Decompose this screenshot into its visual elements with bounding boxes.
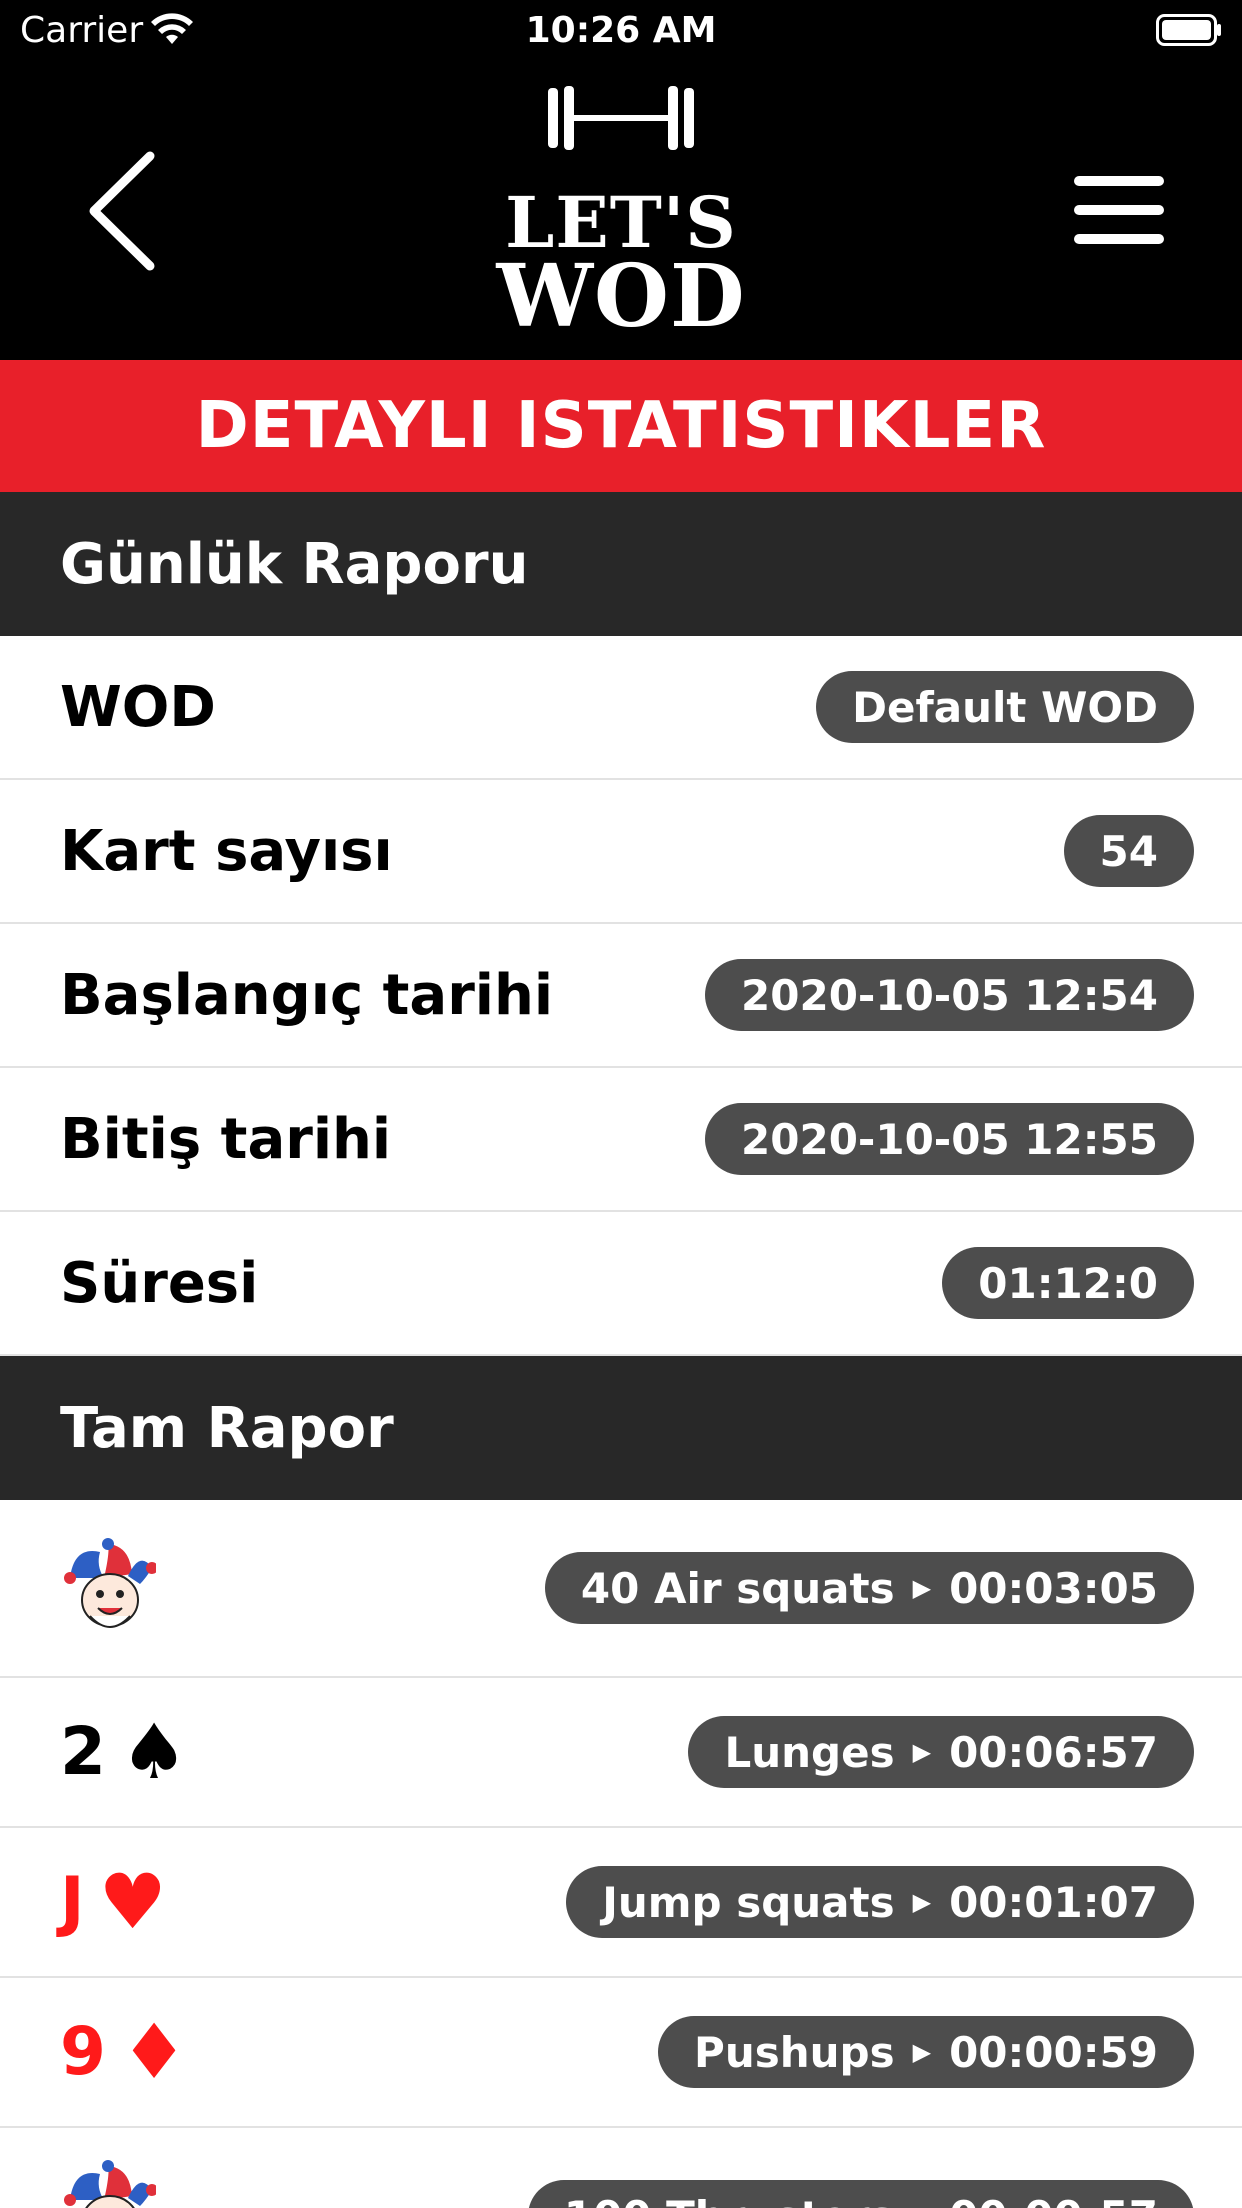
- hamburger-menu-button[interactable]: [1070, 170, 1170, 250]
- joker-card-icon: [64, 1538, 156, 1628]
- card-row-9-diamonds[interactable]: 9 ♦ Pushups ▶ 00:00:59: [0, 1978, 1242, 2128]
- spade-icon: ♠: [119, 1707, 189, 1796]
- stat-row-duration: Süresi 01:12:0: [0, 1212, 1242, 1356]
- play-arrow-icon: ▶: [913, 2202, 931, 2208]
- card-face: J ♥: [60, 1864, 566, 1940]
- stat-row-card-count: Kart sayısı 54: [0, 780, 1242, 924]
- exercise-name: 40 Air squats: [580, 1563, 895, 1613]
- play-arrow-icon: ▶: [912, 1738, 932, 1766]
- exercise-time: 00:03:05: [949, 1563, 1158, 1613]
- stat-label: WOD: [60, 674, 216, 740]
- section-title: Günlük Raporu: [60, 531, 529, 597]
- joker-card-icon: [64, 2160, 156, 2208]
- stat-label: Kart sayısı: [60, 818, 393, 884]
- card-rank: 9: [60, 2013, 106, 2090]
- nav-bar: LET'S WOD: [0, 62, 1242, 360]
- diamond-icon: ♦: [119, 2007, 189, 2096]
- page-title-banner: DETAYLI ISTATISTIKLER: [0, 360, 1242, 492]
- card-row-joker[interactable]: 40 Air squats ▶ 00:03:05: [0, 1500, 1242, 1678]
- back-button[interactable]: [80, 146, 160, 276]
- play-arrow-icon: ▶: [912, 1574, 932, 1602]
- section-header-full-report: Tam Rapor: [0, 1356, 1242, 1500]
- card-exercise-badge: Pushups ▶ 00:00:59: [658, 2016, 1194, 2088]
- barbell-icon: [548, 86, 694, 150]
- exercise-time: 00:06:57: [949, 1727, 1158, 1777]
- section-header-daily-report: Günlük Raporu: [0, 492, 1242, 636]
- stat-value-badge: 54: [1063, 815, 1194, 887]
- card-exercise-badge: Lunges ▶ 00:06:57: [688, 1716, 1194, 1788]
- card-row-j-hearts[interactable]: J ♥ Jump squats ▶ 00:01:07: [0, 1828, 1242, 1978]
- stat-row-start-date: Başlangıç tarihi 2020-10-05 12:54: [0, 924, 1242, 1068]
- card-face: 9 ♦: [60, 2014, 658, 2090]
- exercise-time: 00:01:07: [949, 1877, 1158, 1927]
- stat-label: Bitiş tarihi: [60, 1106, 392, 1172]
- stat-label: Başlangıç tarihi: [60, 962, 554, 1028]
- stat-value-badge: 2020-10-05 12:55: [705, 1103, 1194, 1175]
- card-face: [60, 2160, 528, 2208]
- battery-icon: [1156, 14, 1221, 46]
- exercise-name: Lunges: [724, 1727, 895, 1777]
- status-time: 10:26 AM: [525, 10, 717, 51]
- card-face: 2 ♠: [60, 1714, 688, 1790]
- status-bar: Carrier 10:26 AM: [0, 0, 1242, 62]
- top-bar: Carrier 10:26 AM LET'S WOD: [0, 0, 1242, 360]
- lets-wod-logo: LET'S WOD: [486, 84, 756, 340]
- stat-row-end-date: Bitiş tarihi 2020-10-05 12:55: [0, 1068, 1242, 1212]
- card-row-2-spades[interactable]: 2 ♠ Lunges ▶ 00:06:57: [0, 1678, 1242, 1828]
- app-screen: Carrier 10:26 AM LET'S WOD DETAYLI ISTAT…: [0, 0, 1242, 2208]
- stat-row-wod: WOD Default WOD: [0, 636, 1242, 780]
- exercise-time: 00:00:59: [949, 2027, 1158, 2077]
- card-rank: J: [60, 1863, 85, 1940]
- play-arrow-icon: ▶: [912, 1888, 932, 1916]
- page-title: DETAYLI ISTATISTIKLER: [195, 389, 1047, 463]
- exercise-name: Pushups: [694, 2027, 895, 2077]
- card-exercise-badge: 40 Air squats ▶ 00:03:05: [544, 1552, 1194, 1624]
- logo-line-wod: WOD: [496, 246, 746, 347]
- stat-value-badge: 2020-10-05 12:54: [705, 959, 1194, 1031]
- exercise-time: 00:00:57: [949, 2192, 1158, 2208]
- card-face: [60, 1538, 545, 1638]
- card-exercise-badge: 100 Thrusters ▶ 00:00:57: [527, 2180, 1194, 2208]
- exercise-name: 100 Thrusters: [564, 2192, 895, 2208]
- stat-value-badge: Default WOD: [816, 671, 1194, 743]
- heart-icon: ♥: [98, 1857, 167, 1946]
- card-row-joker-2[interactable]: 100 Thrusters ▶ 00:00:57: [0, 2128, 1242, 2208]
- card-rank: 2: [60, 1713, 106, 1790]
- section-title: Tam Rapor: [60, 1395, 394, 1461]
- play-arrow-icon: ▶: [912, 2038, 932, 2066]
- stat-value-badge: 01:12:0: [942, 1247, 1194, 1319]
- card-exercise-badge: Jump squats ▶ 00:01:07: [566, 1866, 1194, 1938]
- stat-label: Süresi: [60, 1250, 259, 1316]
- exercise-name: Jump squats: [602, 1877, 895, 1927]
